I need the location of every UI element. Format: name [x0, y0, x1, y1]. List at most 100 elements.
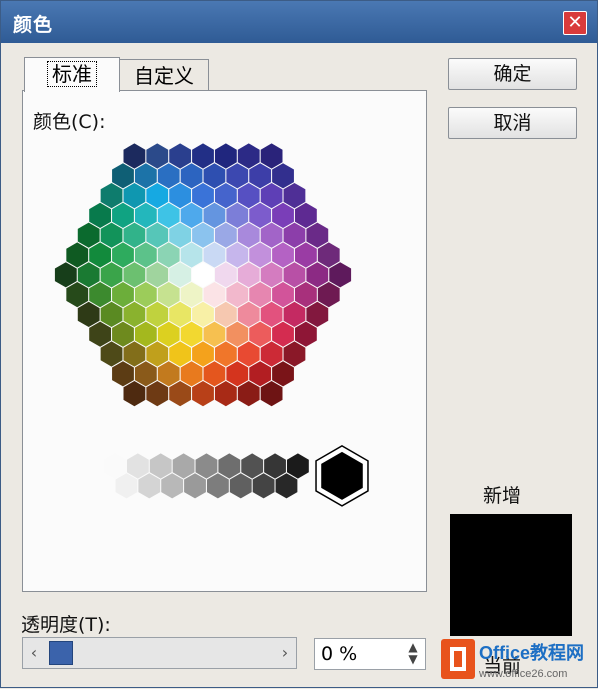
color-hex-cell[interactable] — [146, 183, 169, 209]
color-hex-cell[interactable] — [249, 361, 272, 387]
color-hex-cell[interactable] — [260, 341, 283, 367]
color-hex-cell[interactable] — [146, 262, 169, 288]
color-hex-cell[interactable] — [169, 341, 192, 367]
color-hex-cell[interactable] — [192, 262, 214, 288]
color-hex-cell[interactable] — [123, 262, 146, 288]
color-hex-cell[interactable] — [134, 163, 157, 189]
color-hex-cell[interactable] — [157, 321, 180, 347]
color-hex-cell[interactable] — [180, 242, 203, 268]
tab-standard[interactable]: 标准 — [24, 57, 120, 92]
color-hex-cell[interactable] — [100, 341, 123, 367]
color-hex-cell[interactable] — [272, 321, 294, 347]
color-hex-cell[interactable] — [100, 262, 123, 288]
gray-hex-cell[interactable] — [149, 453, 172, 479]
color-hex-cell[interactable] — [123, 301, 146, 327]
color-hex-cell[interactable] — [226, 282, 249, 308]
color-hex-cell[interactable] — [272, 163, 294, 189]
color-hex-cell[interactable] — [192, 341, 214, 367]
color-hex-cell[interactable] — [214, 341, 237, 367]
ok-button[interactable]: 确定 — [448, 58, 577, 90]
color-hex-cell[interactable] — [214, 381, 237, 407]
gray-hex-cell[interactable] — [229, 473, 252, 499]
color-hex-cell[interactable] — [260, 301, 283, 327]
color-hex-cell[interactable] — [89, 282, 112, 308]
color-hex-cell[interactable] — [169, 301, 192, 327]
color-hex-cell[interactable] — [146, 301, 169, 327]
slider-thumb[interactable] — [49, 641, 73, 665]
color-hex-cell[interactable] — [260, 222, 283, 248]
slider-right-arrow-icon[interactable]: › — [274, 638, 296, 668]
color-hex-cell[interactable] — [214, 262, 237, 288]
spinner-arrows[interactable]: ▲ ▼ — [405, 641, 421, 665]
color-hex-cell[interactable] — [134, 282, 157, 308]
color-hex-cell[interactable] — [283, 301, 306, 327]
color-hex-cell[interactable] — [306, 301, 329, 327]
color-hex-cell[interactable] — [146, 341, 169, 367]
title-bar[interactable]: 颜色 ✕ — [1, 1, 597, 43]
color-hex-cell[interactable] — [237, 341, 260, 367]
color-hex-cell[interactable] — [100, 222, 123, 248]
color-hex-cell[interactable] — [169, 183, 192, 209]
color-hex-cell[interactable] — [203, 361, 226, 387]
gray-hex-cell[interactable] — [206, 473, 229, 499]
color-hex-cell[interactable] — [134, 242, 157, 268]
gray-hex-cell[interactable] — [161, 473, 184, 499]
color-hex-cell[interactable] — [214, 143, 237, 169]
color-hex-cell[interactable] — [89, 242, 112, 268]
color-hex-cell[interactable] — [272, 282, 294, 308]
gray-hex-cell[interactable] — [195, 453, 218, 479]
color-hex-cell[interactable] — [214, 222, 237, 248]
color-hex-cell[interactable] — [134, 202, 157, 228]
color-hex-cell[interactable] — [192, 301, 214, 327]
color-hex-cell[interactable] — [157, 282, 180, 308]
color-hex-cell[interactable] — [294, 282, 317, 308]
gray-hex-cell[interactable] — [241, 453, 264, 479]
transparency-slider[interactable]: ‹ › — [22, 637, 297, 669]
color-hex-cell[interactable] — [146, 222, 169, 248]
color-hex-cell[interactable] — [203, 282, 226, 308]
color-hex-cell[interactable] — [169, 262, 192, 288]
color-hex-cell[interactable] — [112, 282, 134, 308]
gray-hex-cell[interactable] — [115, 473, 138, 499]
color-hex-cell[interactable] — [192, 183, 214, 209]
slider-left-arrow-icon[interactable]: ‹ — [23, 638, 45, 668]
color-hex-cell[interactable] — [112, 242, 134, 268]
color-hex-cell[interactable] — [77, 301, 100, 327]
color-hex-cell[interactable] — [317, 242, 340, 268]
color-hex-cell[interactable] — [306, 262, 329, 288]
color-hex-cell[interactable] — [192, 143, 214, 169]
spinner-down-icon[interactable]: ▼ — [405, 653, 421, 665]
color-hexagon-picker[interactable] — [23, 91, 426, 591]
color-hex-cell[interactable] — [66, 242, 89, 268]
color-hex-cell[interactable] — [214, 183, 237, 209]
color-hex-cell[interactable] — [237, 183, 260, 209]
color-hex-cell[interactable] — [89, 202, 112, 228]
color-hex-cell[interactable] — [112, 202, 134, 228]
color-hex-cell[interactable] — [306, 222, 329, 248]
color-hex-cell[interactable] — [249, 163, 272, 189]
tab-custom[interactable]: 自定义 — [119, 59, 209, 92]
color-hex-cell[interactable] — [260, 143, 283, 169]
gray-hex-cell[interactable] — [264, 453, 286, 479]
color-hex-cell[interactable] — [294, 242, 317, 268]
gray-hex-cell[interactable] — [286, 453, 309, 479]
color-hex-cell[interactable] — [134, 321, 157, 347]
color-hex-cell[interactable] — [237, 301, 260, 327]
color-hex-cell[interactable] — [66, 282, 89, 308]
color-hex-cell[interactable] — [214, 301, 237, 327]
close-button[interactable]: ✕ — [563, 11, 587, 35]
color-hex-cell[interactable] — [203, 321, 226, 347]
color-hex-cell[interactable] — [260, 183, 283, 209]
color-hex-cell[interactable] — [180, 321, 203, 347]
color-hex-cell[interactable] — [237, 222, 260, 248]
color-hex-cell[interactable] — [180, 282, 203, 308]
color-hex-cell[interactable] — [249, 242, 272, 268]
color-hex-cell[interactable] — [169, 381, 192, 407]
color-hex-cell[interactable] — [283, 262, 306, 288]
color-hex-cell[interactable] — [192, 381, 214, 407]
color-hex-cell[interactable] — [272, 361, 294, 387]
color-hex-cell[interactable] — [123, 222, 146, 248]
color-hex-cell[interactable] — [180, 163, 203, 189]
color-hex-cell[interactable] — [226, 242, 249, 268]
color-hex-cell[interactable] — [112, 361, 134, 387]
